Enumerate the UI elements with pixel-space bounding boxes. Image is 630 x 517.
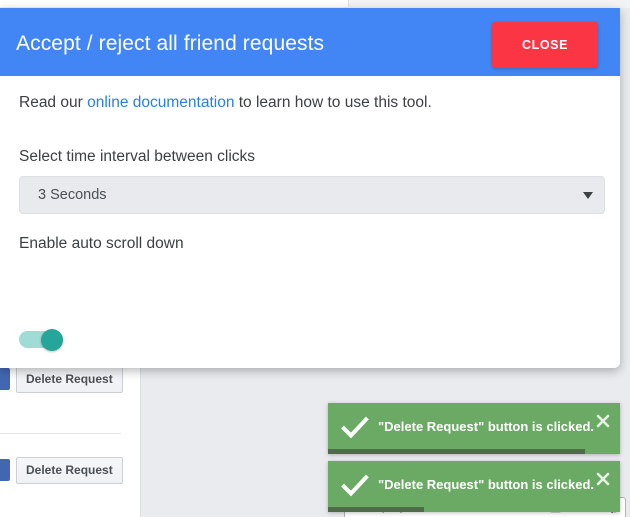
top-strip-white bbox=[0, 0, 349, 7]
dialog-header: Accept / reject all friend requests CLOS… bbox=[0, 8, 620, 76]
documentation-link[interactable]: online documentation bbox=[87, 94, 234, 111]
toast-progress-track bbox=[328, 449, 620, 454]
intro-text-after: to learn how to use this tool. bbox=[234, 94, 431, 111]
request-divider bbox=[0, 433, 121, 434]
confirm-button-partial[interactable] bbox=[0, 368, 10, 390]
toast-progress-bar bbox=[328, 449, 585, 454]
friend-request-row: Delete Request bbox=[0, 449, 140, 501]
check-icon bbox=[341, 473, 369, 499]
toast-progress-track bbox=[328, 507, 620, 512]
toast-notification[interactable]: "Delete Request" button is clicked. bbox=[328, 461, 620, 512]
auto-scroll-label: Enable auto scroll down bbox=[19, 235, 184, 253]
close-icon[interactable] bbox=[596, 414, 610, 428]
close-button[interactable]: CLOSE bbox=[492, 22, 598, 68]
interval-label: Select time interval between clicks bbox=[19, 148, 255, 166]
dialog-title: Accept / reject all friend requests bbox=[16, 32, 324, 56]
intro-text-before: Read our bbox=[19, 94, 87, 111]
toast-message: "Delete Request" button is clicked. bbox=[378, 419, 594, 434]
close-icon[interactable] bbox=[596, 472, 610, 486]
chevron-down-icon bbox=[583, 192, 593, 199]
friend-request-tool-dialog: Accept / reject all friend requests CLOS… bbox=[0, 8, 620, 368]
confirm-button-partial[interactable] bbox=[0, 459, 10, 481]
interval-select[interactable]: 3 Seconds bbox=[19, 176, 605, 214]
intro-text: Read our online documentation to learn h… bbox=[19, 94, 432, 112]
toast-message: "Delete Request" button is clicked. bbox=[378, 477, 594, 492]
check-icon bbox=[341, 415, 369, 441]
toggle-knob bbox=[41, 329, 63, 351]
delete-request-button[interactable]: Delete Request bbox=[16, 366, 123, 393]
toast-notification[interactable]: "Delete Request" button is clicked. bbox=[328, 403, 620, 454]
interval-select-value: 3 Seconds bbox=[38, 187, 107, 203]
auto-scroll-toggle[interactable] bbox=[19, 329, 67, 350]
toast-progress-bar bbox=[328, 507, 424, 512]
delete-request-button[interactable]: Delete Request bbox=[16, 457, 123, 484]
